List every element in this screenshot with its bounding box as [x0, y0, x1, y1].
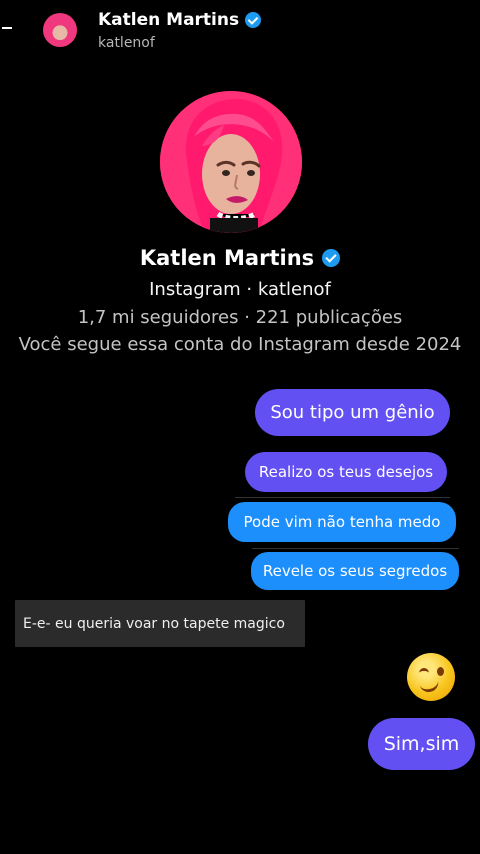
message-divider [252, 548, 459, 549]
sent-message[interactable]: Revele os seus segredos [251, 552, 459, 590]
message-divider [235, 497, 450, 498]
sent-message[interactable]: Realizo os teus desejos [245, 452, 447, 492]
chat-header: Katlen Martins katlenof [0, 0, 480, 62]
back-icon[interactable] [2, 27, 12, 29]
header-profile-name[interactable]: Katlen Martins [98, 10, 262, 30]
received-message[interactable]: E-e- eu queria voar no tapete magico [15, 600, 305, 647]
profile-name-text: Katlen Martins [139, 246, 315, 270]
profile-portrait-icon [160, 91, 302, 233]
profile-stats: 1,7 mi seguidores · 221 publicações [77, 307, 403, 328]
profile-avatar-icon[interactable] [43, 13, 77, 47]
follow-since-text: Você segue essa conta do Instagram desde… [18, 334, 462, 355]
header-name-text: Katlen Martins [98, 10, 240, 30]
sent-message[interactable]: Sou tipo um gênio [255, 389, 450, 436]
profile-photo[interactable] [160, 91, 302, 233]
wink-eye-right [437, 667, 444, 676]
sent-message[interactable]: Pode vim não tenha medo [228, 502, 456, 542]
verified-badge-icon [322, 249, 341, 267]
wink-eye-left [419, 668, 429, 675]
header-handle: katlenof [98, 35, 155, 51]
wink-mouth [418, 678, 441, 694]
winking-face-icon[interactable] [407, 653, 455, 701]
sent-message[interactable]: Sim,sim [368, 718, 475, 770]
verified-badge-icon [245, 12, 262, 28]
profile-source: Instagram · katlenof [149, 279, 331, 300]
profile-name[interactable]: Katlen Martins [0, 246, 480, 270]
